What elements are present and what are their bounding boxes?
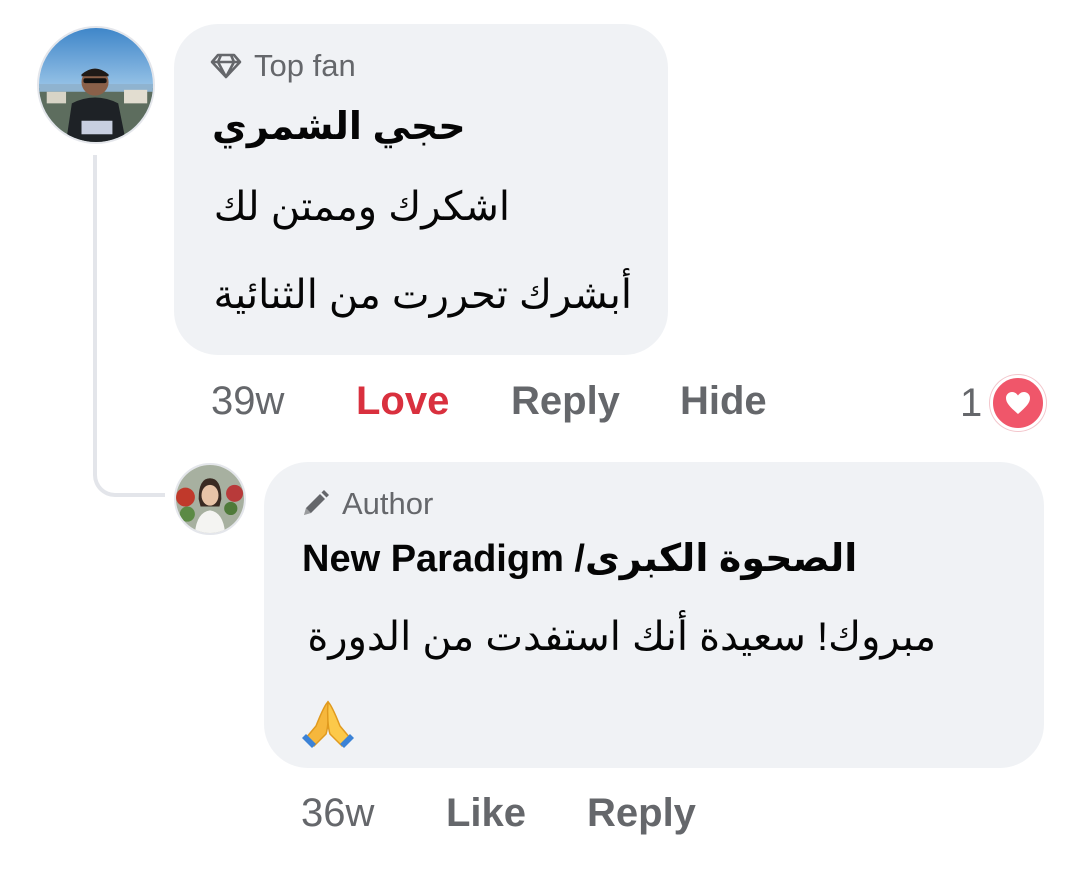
- like-button[interactable]: Like: [446, 793, 526, 833]
- avatar-photo: [176, 465, 244, 533]
- avatar[interactable]: [37, 26, 155, 144]
- reaction-summary[interactable]: 1: [960, 375, 1047, 431]
- love-button[interactable]: Love: [356, 381, 449, 421]
- comment-author[interactable]: New Paradigm /الصحوة الكبرى: [302, 536, 857, 581]
- pencil-icon: [304, 490, 329, 515]
- comment-text-line: اشكرك وممتن لك: [213, 185, 510, 229]
- reply-bubble: Author New Paradigm /الصحوة الكبرى مبروك…: [264, 462, 1044, 768]
- folded-hands-emoji: [298, 694, 358, 750]
- reply-button[interactable]: Reply: [511, 381, 620, 421]
- comment-author[interactable]: حجي الشمري: [212, 104, 466, 149]
- thread-connector: [93, 155, 165, 497]
- reaction-count: 1: [960, 380, 983, 425]
- comment-text-line: مبروك! سعيدة أنك استفدت من الدورة: [307, 615, 936, 659]
- comment-text-line: أبشرك تحررت من الثنائية: [213, 273, 632, 317]
- reply-button[interactable]: Reply: [587, 793, 696, 833]
- hide-button[interactable]: Hide: [680, 381, 767, 421]
- top-fan-badge[interactable]: Top fan: [210, 48, 356, 84]
- comment-timestamp[interactable]: 39w: [211, 381, 284, 421]
- comment-bubble: Top fan حجي الشمري اشكرك وممتن لك أبشرك …: [174, 24, 668, 355]
- badge-label: Author: [342, 486, 434, 521]
- avatar[interactable]: [174, 463, 246, 535]
- badge-label: Top fan: [254, 48, 356, 83]
- avatar-photo: [39, 28, 153, 142]
- diamond-icon: [210, 53, 242, 79]
- comment-thread: Top fan حجي الشمري اشكرك وممتن لك أبشرك …: [0, 0, 1080, 872]
- author-badge[interactable]: Author: [300, 486, 433, 522]
- heart-icon: [990, 375, 1047, 431]
- comment-timestamp[interactable]: 36w: [301, 793, 374, 833]
